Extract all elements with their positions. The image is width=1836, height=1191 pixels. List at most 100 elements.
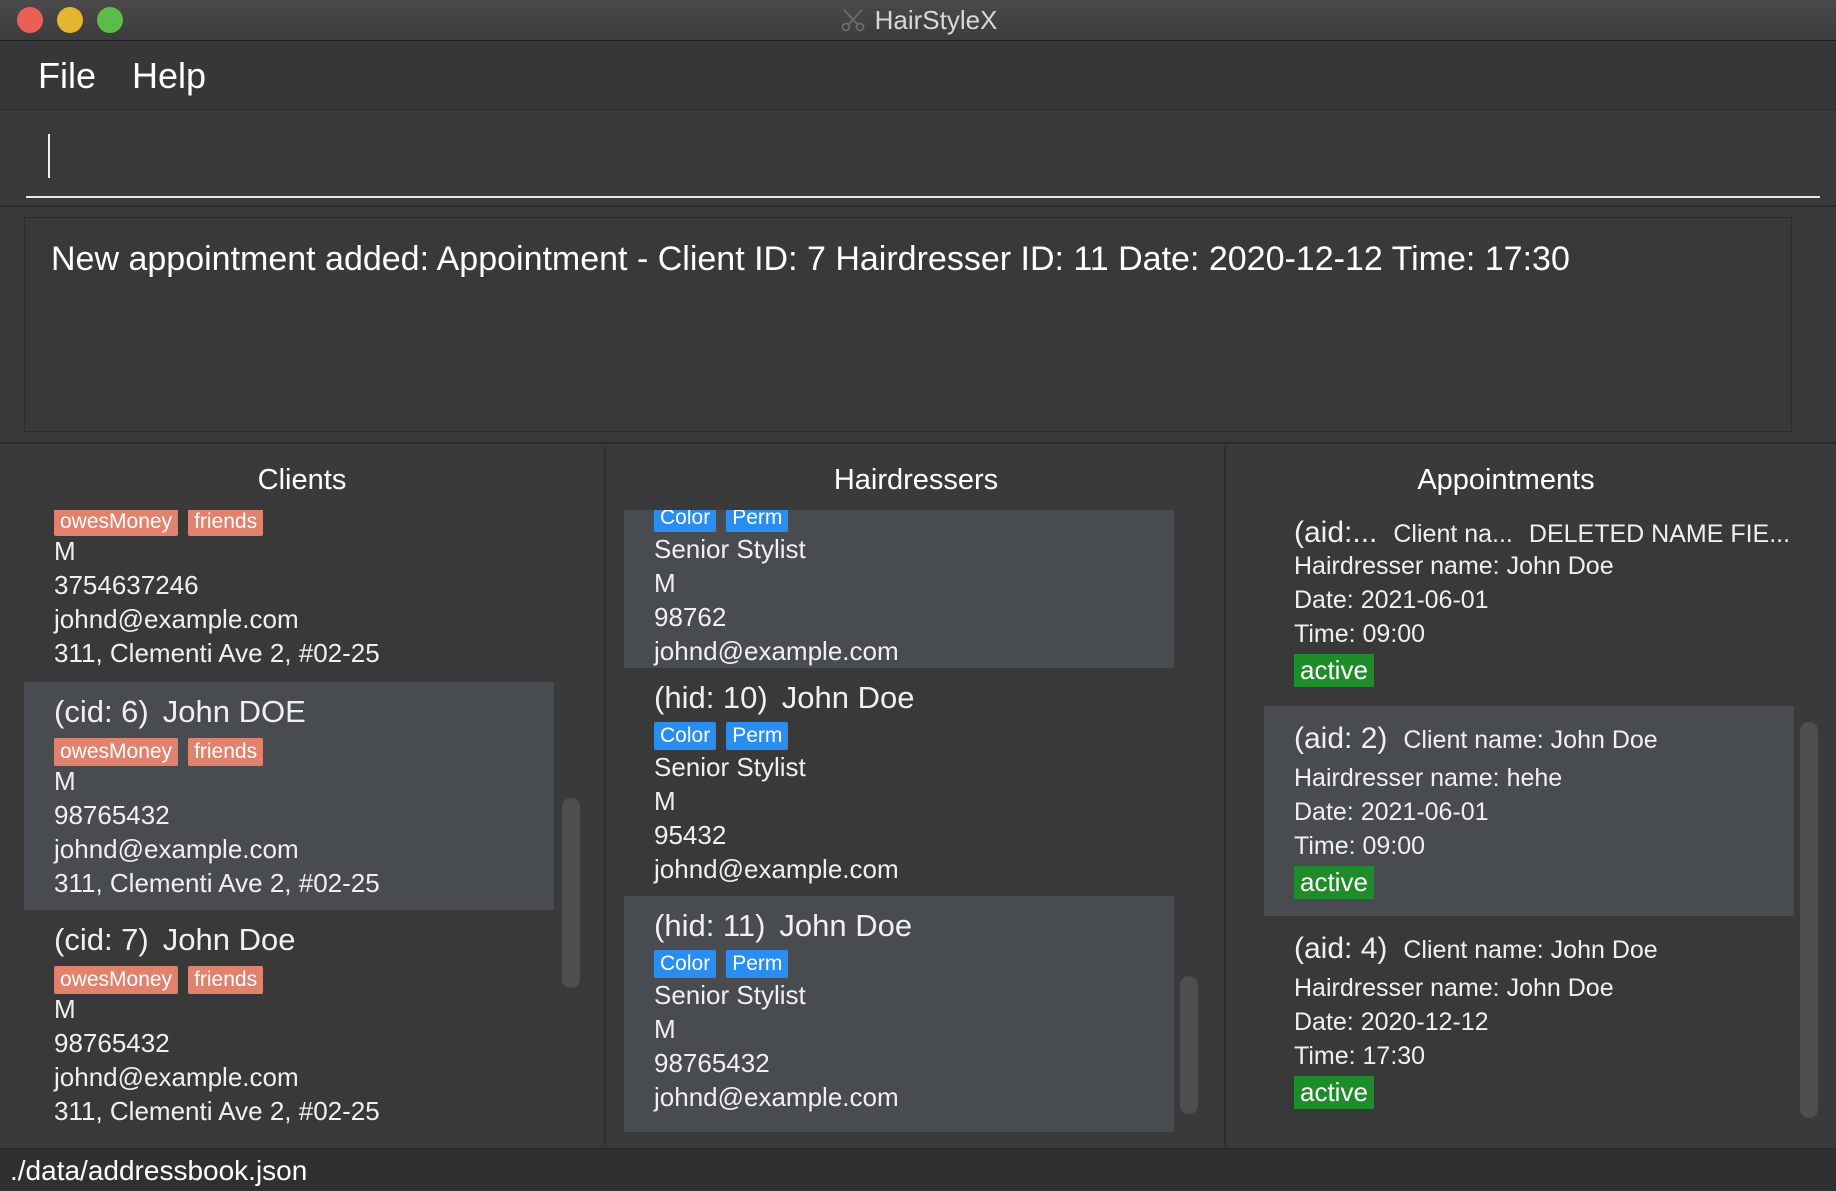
result-message: New appointment added: Appointment - Cli… — [51, 240, 1570, 278]
hairdresser-tag: Color — [654, 722, 717, 750]
appointment-hairdresser: Hairdresser name: John Doe — [1294, 974, 1614, 1002]
hairdresser-phone: 98762 — [654, 602, 727, 632]
client-email: johnd@example.com — [54, 834, 299, 864]
appointment-date: Date: 2020-12-12 — [1294, 1008, 1489, 1036]
title-bar: HairStyleX — [0, 0, 1836, 41]
client-phone: 98765432 — [54, 1028, 170, 1058]
hairdresser-list[interactable]: Color Perm Senior Stylist M 98762 johnd@e… — [624, 510, 1174, 1132]
hairdresser-phone: 98765432 — [654, 1048, 770, 1078]
appointment-card[interactable]: (aid: 2) Client name: John Doe Hairdresse… — [1264, 706, 1794, 916]
hairdresser-card[interactable]: (hid: 11) John Doe Color Perm Senior Styli… — [624, 896, 1174, 1132]
menu-bar: File Help — [0, 41, 1836, 110]
appointment-date: Date: 2021-06-01 — [1294, 798, 1489, 826]
hairdresser-email: johnd@example.com — [654, 1082, 899, 1112]
status-bar: ./data/addressbook.json — [0, 1148, 1836, 1191]
client-address: 311, Clementi Ave 2, #02-25 — [54, 868, 380, 898]
appointment-extra: DELETED NAME FIE... — [1528, 520, 1791, 548]
appointment-time: Time: 09:00 — [1294, 620, 1426, 648]
appointment-client: Client name: John Doe — [1403, 726, 1658, 754]
clients-panel: Clients owesMoney friends M 3754637246 jo… — [0, 446, 604, 1146]
hairdresser-tags: Color Perm — [654, 510, 798, 532]
client-id-line: (cid: 6) John DOE — [54, 694, 306, 730]
hairdresser-card[interactable]: Color Perm Senior Stylist M 98762 johnd@e… — [624, 510, 1174, 668]
client-tag: owesMoney — [54, 966, 179, 994]
appointment-status-line: active — [1294, 866, 1374, 899]
hairdresser-id: (hid: 10) — [654, 680, 768, 715]
hairdresser-title-text: Senior Stylist — [654, 752, 806, 782]
hairdresser-id-line: (hid: 11) John Doe — [654, 908, 912, 944]
client-name: John DOE — [162, 694, 306, 729]
appointment-client: Client name: John Doe — [1403, 936, 1658, 964]
client-email: johnd@example.com — [54, 1062, 299, 1092]
result-display: New appointment added: Appointment - Cli… — [0, 207, 1836, 444]
client-card[interactable]: (cid: 6) John DOE owesMoney friends M 9876… — [24, 682, 554, 910]
status-badge: active — [1294, 1076, 1374, 1109]
menu-file[interactable]: File — [38, 55, 96, 97]
hairdresser-phone: 95432 — [654, 820, 727, 850]
hairdresser-gender: M — [654, 568, 676, 598]
appointments-title: Appointments — [1417, 464, 1595, 496]
client-tag: owesMoney — [54, 738, 179, 766]
hairdresser-tag: Perm — [726, 510, 789, 532]
hairdresser-title-text: Senior Stylist — [654, 534, 806, 564]
client-tag: friends — [188, 966, 264, 994]
client-gender: M — [54, 994, 76, 1024]
client-card[interactable]: owesMoney friends M 3754637246 johnd@exam… — [24, 510, 554, 682]
appointment-id-line: (aid:... Client na... DELETED NAME FIE... — [1294, 516, 1790, 550]
hairdressers-scrollbar[interactable] — [1180, 976, 1198, 1114]
appointment-id: (aid:... — [1294, 516, 1378, 549]
appointment-card[interactable]: (aid:... Client na... DELETED NAME FIE... … — [1264, 510, 1794, 706]
client-phone: 98765432 — [54, 800, 170, 830]
hairdressers-panel: Hairdressers Color Perm Senior Stylist M … — [606, 446, 1226, 1146]
client-id: (cid: 6) — [54, 694, 149, 729]
clients-scrollbar[interactable] — [562, 798, 580, 988]
menu-help[interactable]: Help — [132, 55, 206, 97]
appointment-date: Date: 2021-06-01 — [1294, 586, 1489, 614]
appointment-id-line: (aid: 2) Client name: John Doe — [1294, 722, 1658, 756]
client-card[interactable]: (cid: 7) John Doe owesMoney friends M 9876… — [24, 910, 554, 1132]
appointment-time: Time: 09:00 — [1294, 832, 1426, 860]
client-name: John Doe — [162, 922, 296, 957]
hairdresser-id: (hid: 11) — [654, 908, 766, 943]
appointment-card[interactable]: (aid: 4) Client name: John Doe Hairdresse… — [1264, 916, 1794, 1132]
text-caret — [48, 134, 50, 178]
client-tag: friends — [188, 510, 264, 536]
appointment-list[interactable]: (aid:... Client na... DELETED NAME FIE... … — [1264, 510, 1794, 1132]
appointment-time: Time: 17:30 — [1294, 1042, 1426, 1070]
client-tag: owesMoney — [54, 510, 179, 536]
hairdresser-tag: Color — [654, 510, 717, 532]
hairdresser-tag: Color — [654, 950, 717, 978]
status-badge: active — [1294, 866, 1374, 899]
client-gender: M — [54, 536, 76, 566]
hairdresser-tag: Perm — [726, 950, 789, 978]
command-box — [0, 110, 1836, 207]
clients-title: Clients — [257, 464, 347, 496]
appointment-status-line: active — [1294, 1076, 1374, 1109]
hairdresser-gender: M — [654, 786, 676, 816]
scissors-icon — [841, 8, 865, 32]
hairdresser-title-text: Senior Stylist — [654, 980, 806, 1010]
appointment-id: (aid: 4) — [1294, 932, 1388, 965]
hairdresser-email: johnd@example.com — [654, 636, 899, 666]
result-box: New appointment added: Appointment - Cli… — [24, 217, 1792, 432]
client-address: 311, Clementi Ave 2, #02-25 — [54, 1096, 380, 1126]
appointment-status-line: active — [1294, 654, 1374, 687]
hairdresser-email: johnd@example.com — [654, 854, 899, 884]
hairdresser-gender: M — [654, 1014, 676, 1044]
hairdresser-name: John Doe — [779, 908, 913, 943]
appointment-id-line: (aid: 4) Client name: John Doe — [1294, 932, 1658, 966]
client-list[interactable]: owesMoney friends M 3754637246 johnd@exam… — [24, 510, 554, 1132]
client-gender: M — [54, 766, 76, 796]
appointments-scrollbar[interactable] — [1800, 722, 1818, 1118]
client-address: 311, Clementi Ave 2, #02-25 — [54, 638, 380, 668]
hairdresser-name: John Doe — [781, 680, 915, 715]
client-tags: owesMoney friends — [54, 510, 273, 536]
client-tags: owesMoney friends — [54, 962, 273, 994]
status-badge: active — [1294, 654, 1374, 687]
command-input[interactable] — [26, 130, 1820, 198]
appointment-client: Client na... — [1393, 520, 1513, 548]
client-phone: 3754637246 — [54, 570, 199, 600]
save-location: ./data/addressbook.json — [10, 1155, 308, 1186]
hairdressers-title: Hairdressers — [833, 464, 999, 496]
hairdresser-card[interactable]: (hid: 10) John Doe Color Perm Senior Styli… — [624, 668, 1174, 896]
